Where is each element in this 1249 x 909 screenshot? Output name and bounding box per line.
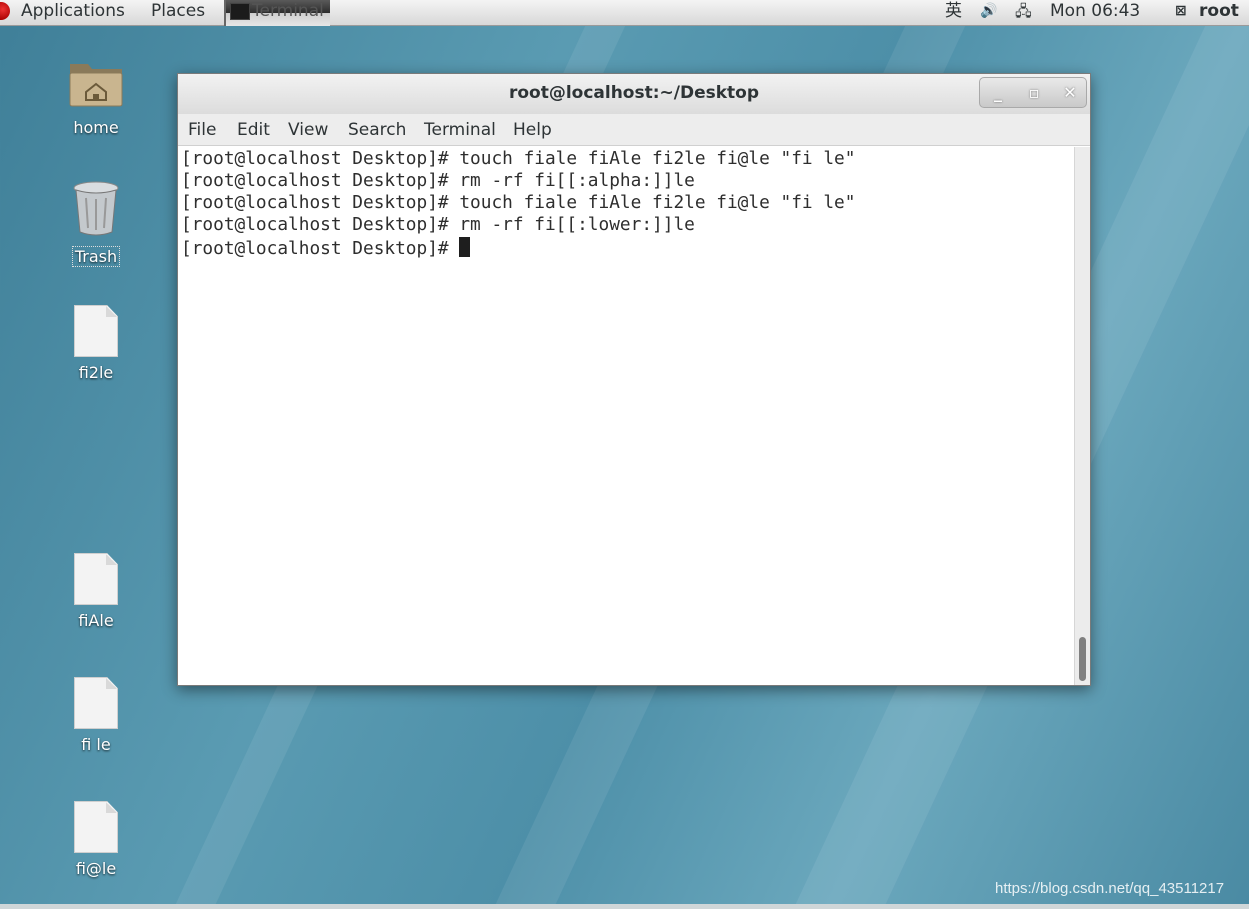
text-cursor [459,237,471,257]
terminal-line: [root@localhost Desktop]# touch fiale fi… [181,192,856,213]
volume-icon[interactable]: 🔊 [980,0,997,26]
minimize-button[interactable]: _ [980,78,1016,107]
desktop-icon-label: fi2le [78,363,114,382]
desktop-icon-fi2le[interactable]: fi2le [51,305,141,382]
taskbar-terminal-label: Terminal [252,1,324,21]
menu-search[interactable]: Search [348,120,406,140]
menu-help[interactable]: Help [513,120,552,140]
places-menu[interactable]: Places [151,0,205,26]
desktop-icon-label: fi@le [75,859,117,878]
desktop-icon-label: home [73,118,119,137]
desktop-icon-fiAle[interactable]: fiAle [51,553,141,630]
desktop-icon-label: fi le [81,735,111,754]
bottom-panel [0,904,1249,909]
menu-terminal[interactable]: Terminal [424,120,496,140]
user-menu[interactable]: root [1199,0,1239,26]
top-panel: Applications Places Terminal 英 🔊 🖧 Mon 0… [0,0,1249,26]
file-icon [74,677,118,729]
input-method-indicator[interactable]: 英 [945,0,962,26]
close-button[interactable]: ✕ [1052,78,1088,107]
network-icon[interactable]: 🖧 [1015,0,1032,26]
menu-edit[interactable]: Edit [237,120,270,140]
terminal-icon [230,3,250,20]
desktop-icon-label: Trash [71,246,121,267]
terminal-line: [root@localhost Desktop]# touch fiale fi… [181,148,856,169]
user-status-icon[interactable]: ⊠ [1175,0,1187,26]
desktop-icon-trash[interactable]: Trash [51,180,141,267]
home-folder-icon [69,64,123,107]
desktop-icon-fi-le[interactable]: fi le [51,677,141,754]
maximize-button[interactable]: ▫ [1016,78,1052,107]
redhat-logo-icon [0,2,10,20]
desktop-icon-fi-at-le[interactable]: fi@le [51,801,141,878]
terminal-window[interactable]: root@localhost:~/Desktop _ ▫ ✕ File Edit… [177,73,1091,686]
desktop-icon-home[interactable]: home [51,56,141,137]
terminal-prompt-line[interactable]: [root@localhost Desktop]# [181,237,471,259]
menu-bar: File Edit View Search Terminal Help [178,114,1090,146]
terminal-line: [root@localhost Desktop]# rm -rf fi[[:al… [181,170,695,191]
menu-view[interactable]: View [288,120,328,140]
file-icon [74,801,118,853]
desktop-icon-label: fiAle [78,611,114,630]
window-title: root@localhost:~/Desktop [508,83,760,103]
trash-icon [73,181,119,236]
terminal-prompt: [root@localhost Desktop]# [181,238,460,259]
window-controls: _ ▫ ✕ [979,77,1087,108]
terminal-output[interactable]: [root@localhost Desktop]# touch fiale fi… [178,147,1074,685]
file-icon [74,305,118,357]
menu-file[interactable]: File [188,120,216,140]
file-icon [74,553,118,605]
watermark-text: https://blog.csdn.net/qq_43511217 [995,880,1225,897]
applications-menu[interactable]: Applications [21,0,125,26]
vertical-scrollbar[interactable] [1074,147,1090,685]
terminal-line: [root@localhost Desktop]# rm -rf fi[[:lo… [181,214,695,235]
taskbar-terminal-button[interactable]: Terminal [224,0,330,26]
window-titlebar[interactable]: root@localhost:~/Desktop _ ▫ ✕ [178,74,1090,114]
scrollbar-thumb[interactable] [1079,637,1086,681]
clock[interactable]: Mon 06:43 [1050,0,1140,26]
